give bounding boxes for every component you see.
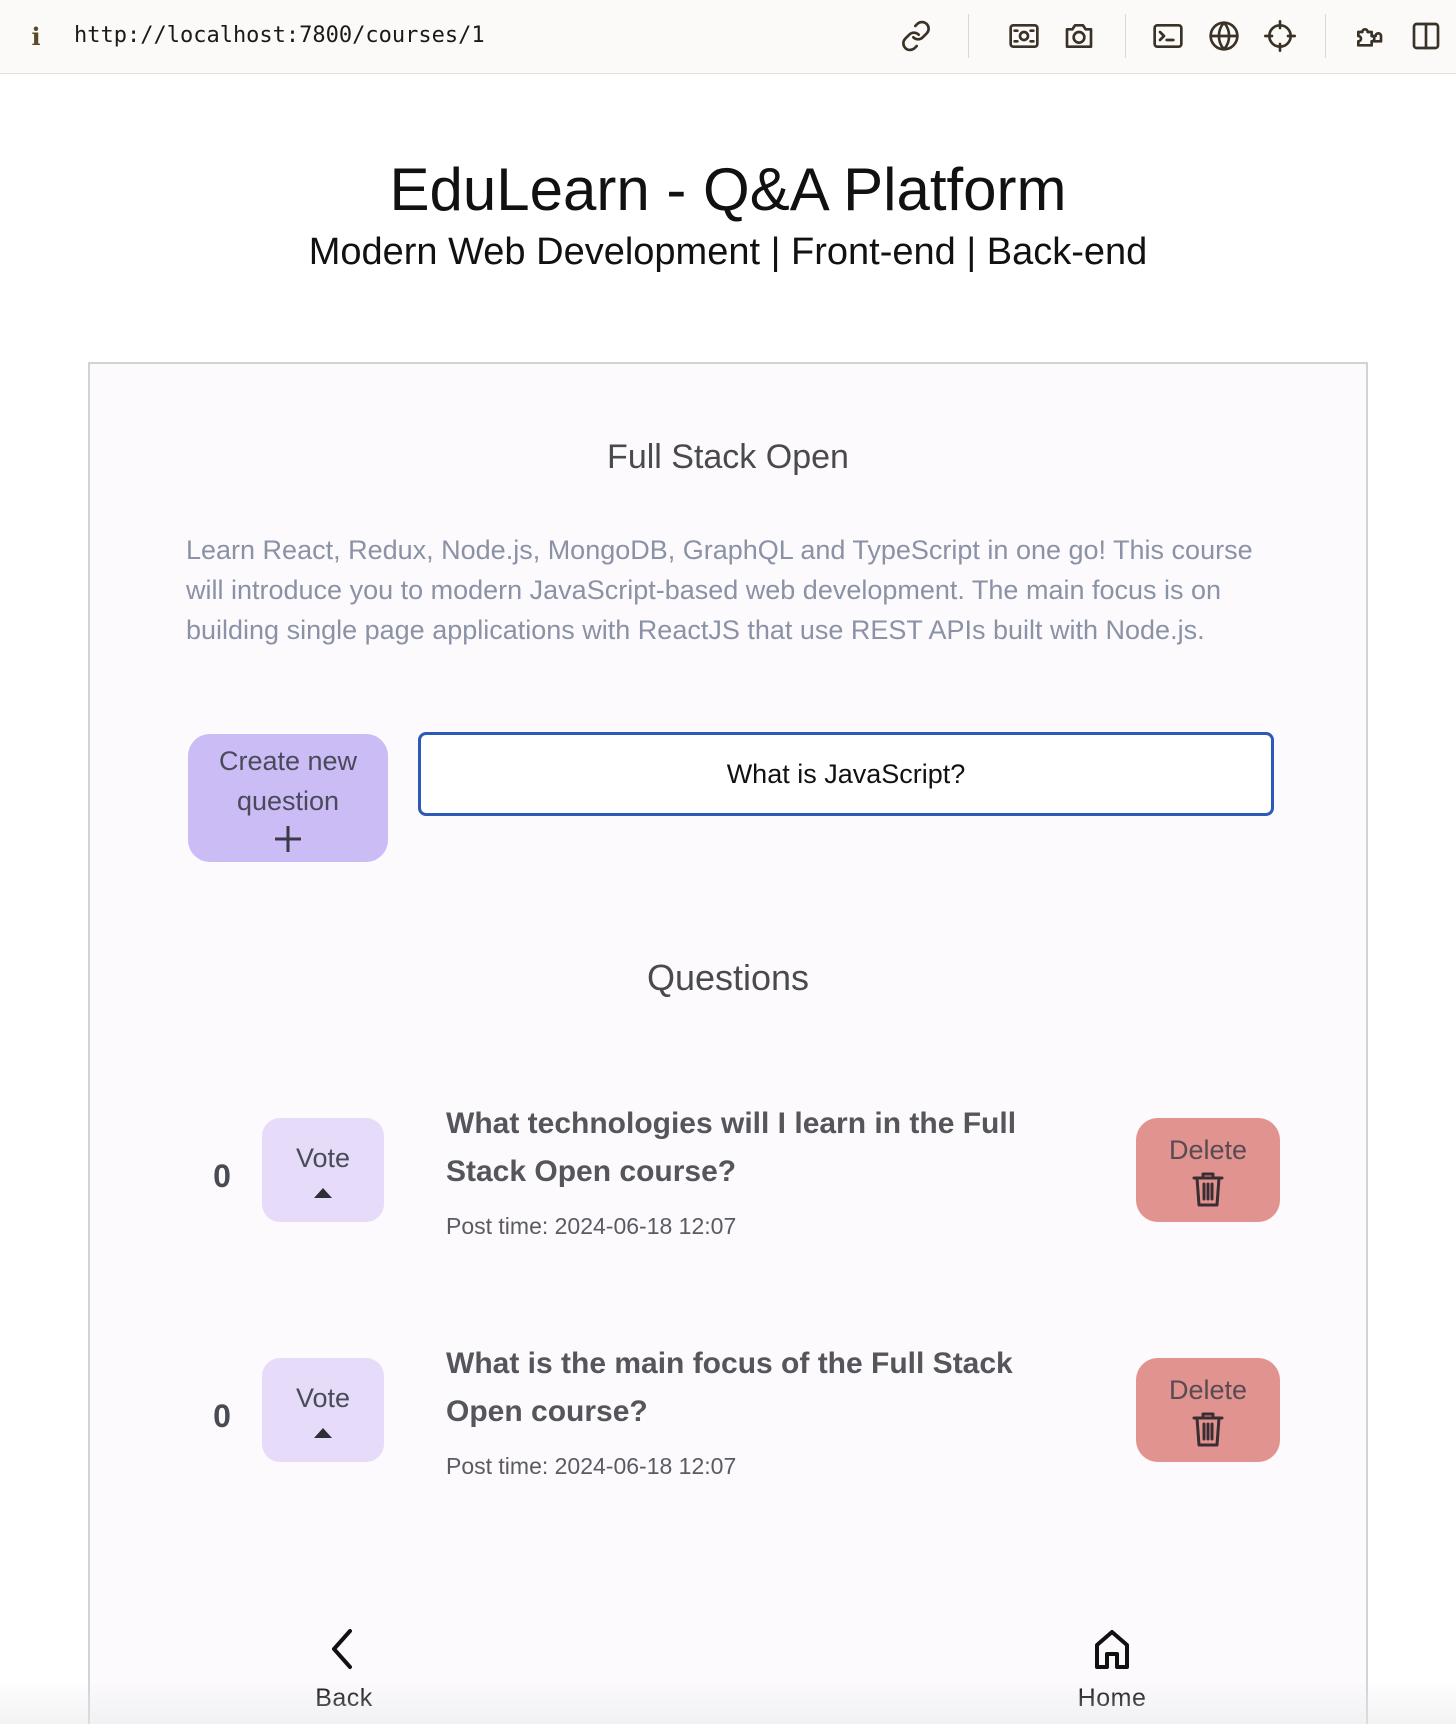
course-name: Full Stack Open xyxy=(607,438,849,476)
course-description: Learn React, Redux, Node.js, MongoDB, Gr… xyxy=(186,535,1253,645)
vote-button[interactable]: Vote xyxy=(262,1118,384,1222)
question-post-time: Post time: 2024-06-18 12:07 xyxy=(446,1453,737,1479)
vote-label: Vote xyxy=(295,1383,351,1413)
browser-toolbar: i http://localhost:7800/courses/1 xyxy=(0,0,1456,74)
back-label: Back xyxy=(315,1684,373,1712)
question-item: 0 Vote What technologies will I learn in… xyxy=(90,1100,1366,1260)
crosshair-icon[interactable] xyxy=(1262,18,1298,54)
question-title[interactable]: What technologies will I learn in the Fu… xyxy=(446,1100,1036,1196)
chevron-left-icon xyxy=(322,1624,366,1674)
home-icon xyxy=(1090,1624,1134,1674)
extensions-icon[interactable] xyxy=(1351,18,1387,54)
vote-button[interactable]: Vote xyxy=(262,1358,384,1462)
app-title: EduLearn - Q&A Platform xyxy=(389,156,1067,223)
plus-icon xyxy=(272,823,304,855)
question-title[interactable]: What is the main focus of the Full Stack… xyxy=(446,1340,1036,1436)
back-button[interactable]: Back xyxy=(284,1624,404,1714)
camera-icon[interactable] xyxy=(1061,18,1097,54)
link-icon[interactable] xyxy=(898,18,934,54)
trash-icon xyxy=(1191,1170,1225,1208)
create-question-button[interactable]: Create new question xyxy=(188,734,388,862)
app-subtitle: Modern Web Development | Front-end | Bac… xyxy=(308,231,1148,273)
info-icon[interactable]: i xyxy=(28,22,44,52)
terminal-icon[interactable] xyxy=(1150,18,1186,54)
question-input[interactable] xyxy=(418,732,1274,816)
home-label: Home xyxy=(1077,1684,1147,1712)
vote-count: 0 xyxy=(213,1158,231,1194)
vote-count: 0 xyxy=(213,1398,231,1434)
home-button[interactable]: Home xyxy=(1052,1624,1172,1714)
arrow-up-icon xyxy=(313,1426,333,1440)
delete-button[interactable]: Delete xyxy=(1136,1118,1280,1222)
trash-icon xyxy=(1191,1410,1225,1448)
delete-label: Delete xyxy=(1168,1375,1248,1405)
question-post-time: Post time: 2024-06-18 12:07 xyxy=(446,1213,737,1239)
delete-label: Delete xyxy=(1168,1135,1248,1165)
image-icon[interactable] xyxy=(1006,18,1042,54)
vote-label: Vote xyxy=(295,1143,351,1173)
url-bar[interactable]: http://localhost:7800/courses/1 xyxy=(74,20,485,52)
questions-heading: Questions xyxy=(646,957,810,998)
sidebar-icon[interactable] xyxy=(1408,18,1444,54)
globe-icon[interactable] xyxy=(1206,18,1242,54)
delete-button[interactable]: Delete xyxy=(1136,1358,1280,1462)
create-question-label: Create new question xyxy=(218,746,358,816)
question-item: 0 Vote What is the main focus of the Ful… xyxy=(90,1340,1366,1500)
arrow-up-icon xyxy=(313,1186,333,1200)
course-card: Full Stack Open Learn React, Redux, Node… xyxy=(88,362,1368,1724)
